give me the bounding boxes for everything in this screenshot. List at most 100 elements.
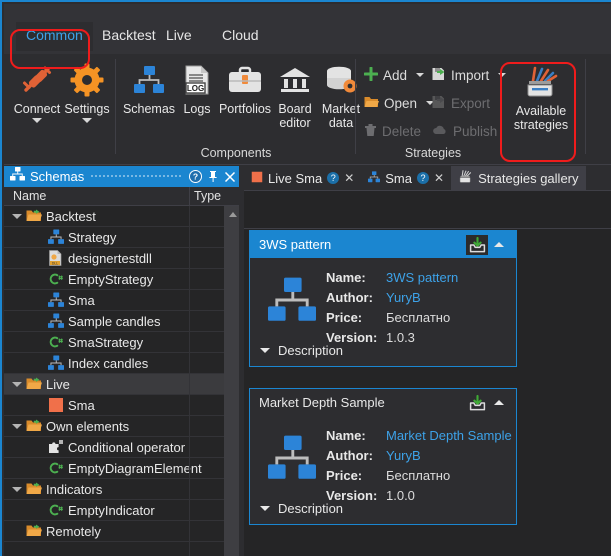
schemas-panel-title: Schemas <box>30 169 85 184</box>
column-divider[interactable] <box>189 187 190 206</box>
tree-item-live[interactable]: Live <box>4 374 224 395</box>
detail-author: Author: YuryB <box>326 290 458 310</box>
strategy-card[interactable]: Market Depth Sample Name: Market Depth S… <box>249 388 517 525</box>
strategy-card-header[interactable]: 3WS pattern <box>250 231 516 258</box>
drag-handle[interactable] <box>90 166 181 187</box>
help-icon[interactable]: ? <box>417 172 429 184</box>
description-toggle[interactable]: Description <box>260 343 343 358</box>
tree-cell-divider <box>189 374 190 395</box>
diagram-icon <box>48 355 64 371</box>
ribbon-tab-backtest[interactable]: Backtest <box>92 22 166 51</box>
tree-item-emptydiagramelement[interactable]: EmptyDiagramElement <box>4 458 224 479</box>
close-icon[interactable] <box>221 168 238 185</box>
delete-button: Delete <box>364 120 421 142</box>
tree-item-sma[interactable]: Sma <box>4 395 224 416</box>
strategies-gallery-icon <box>458 169 473 187</box>
tree-expander[interactable] <box>10 416 24 437</box>
ribbon-group-components: Schemas LOG Logs Portfolios Board editor… <box>116 54 360 164</box>
tree-item-label: EmptyDiagramElement <box>68 460 202 476</box>
column-header-type[interactable]: Type <box>194 189 221 203</box>
tree-item-sma[interactable]: Sma <box>4 290 224 311</box>
document-tab-live-sma[interactable]: Live Sma? ✕ <box>244 166 361 190</box>
ribbon-tab-bar: Common Backtest Live Cloud <box>4 4 611 54</box>
tree-item-label: Sma <box>68 397 95 413</box>
document-tab-label: Live Sma <box>268 170 323 186</box>
pin-icon[interactable] <box>204 168 221 185</box>
schemas-tree[interactable]: Backtest Strategy DLL designertestdll Em… <box>4 206 224 556</box>
tree-item-sample-candles[interactable]: Sample candles <box>4 311 224 332</box>
tree-cell-divider <box>189 479 190 500</box>
csharp-icon <box>48 460 64 476</box>
publish-button: Publish <box>432 120 497 142</box>
description-toggle[interactable]: Description <box>260 501 343 516</box>
scrollbar-thumb[interactable] <box>225 224 238 556</box>
tree-item-remotely[interactable]: Remotely <box>4 521 224 542</box>
document-tab-sma[interactable]: Sma? ✕ <box>361 166 451 190</box>
tree-cell-divider <box>189 248 190 269</box>
tree-expander[interactable] <box>10 479 24 500</box>
chevron-down-icon[interactable] <box>32 118 42 123</box>
import-label: Import <box>451 67 490 83</box>
column-header-name[interactable]: Name <box>13 189 46 203</box>
document-tab-bar: Live Sma? ✕ Sma? ✕ Strategies gallery <box>244 166 611 191</box>
add-button[interactable]: Add <box>363 64 425 86</box>
tree-item-emptyindicator[interactable]: EmptyIndicator <box>4 500 224 521</box>
chevron-down-icon[interactable] <box>416 73 425 77</box>
orange-square-icon <box>251 171 263 186</box>
export-label: Export <box>451 95 491 111</box>
detail-value-author[interactable]: YuryB <box>386 448 421 463</box>
tree-item-own-elements[interactable]: Own elements <box>4 416 224 437</box>
tree-expander[interactable] <box>10 374 24 395</box>
ribbon-tab-cloud[interactable]: Cloud <box>212 22 269 51</box>
detail-value-name[interactable]: 3WS pattern <box>386 270 458 285</box>
chevron-down-icon[interactable] <box>82 118 92 123</box>
help-icon[interactable]: ? <box>187 168 204 185</box>
help-icon[interactable]: ? <box>327 172 340 184</box>
gallery-toolbar[interactable] <box>244 191 611 229</box>
strategy-card-title: 3WS pattern <box>259 237 332 252</box>
tree-expander[interactable] <box>10 206 24 227</box>
document-tab-strategies-gallery[interactable]: Strategies gallery <box>451 166 586 190</box>
strategy-card-title: Market Depth Sample <box>259 395 385 410</box>
detail-value-author[interactable]: YuryB <box>386 290 421 305</box>
tree-item-backtest[interactable]: Backtest <box>4 206 224 227</box>
strategy-card-body: Name: Market Depth Sample Author: YuryB … <box>250 416 516 524</box>
tree-item-strategy[interactable]: Strategy <box>4 227 224 248</box>
download-icon[interactable] <box>466 234 488 255</box>
ribbon-tab-live[interactable]: Live <box>156 22 202 51</box>
dock-splitter[interactable] <box>239 166 242 556</box>
orange-square-icon <box>48 397 64 413</box>
strategies-gallery-list[interactable]: 3WS pattern Name: 3WS pattern Author: Yu… <box>244 230 611 556</box>
tree-item-designertestdll[interactable]: DLL designertestdll <box>4 248 224 269</box>
chevron-down-icon[interactable] <box>498 73 507 77</box>
settings-button[interactable]: Settings <box>58 60 116 123</box>
tree-item-conditional-operator[interactable]: Conditional operator <box>4 437 224 458</box>
ribbon-tab-common[interactable]: Common <box>16 22 93 51</box>
download-icon[interactable] <box>466 393 488 413</box>
description-label: Description <box>278 501 344 516</box>
strategy-card-header[interactable]: Market Depth Sample <box>250 389 516 416</box>
tree-cell-divider <box>189 500 190 521</box>
tree-item-smastrategy[interactable]: SmaStrategy <box>4 332 224 353</box>
available-strategies-button[interactable]: Available strategies <box>508 62 574 132</box>
add-label: Add <box>383 67 408 83</box>
tree-item-indicators[interactable]: Indicators <box>4 479 224 500</box>
detail-value-name[interactable]: Market Depth Sample <box>386 428 512 443</box>
schemas-panel-titlebar[interactable]: Schemas ? <box>4 166 242 187</box>
cloud-icon <box>432 124 448 139</box>
close-icon[interactable]: ✕ <box>434 171 444 185</box>
tree-column-header: Name Type <box>4 187 242 206</box>
open-button[interactable]: Open <box>364 92 435 114</box>
chevron-up-icon[interactable] <box>488 235 510 255</box>
tree-item-label: Sma <box>68 292 95 308</box>
export-icon <box>432 95 446 112</box>
tree-item-index-candles[interactable]: Index candles <box>4 353 224 374</box>
tree-item-label: Index candles <box>68 355 149 371</box>
import-button[interactable]: Import <box>432 64 507 86</box>
detail-label-name: Name: <box>326 270 366 285</box>
tree-item-emptystrategy[interactable]: EmptyStrategy <box>4 269 224 290</box>
tree-row-empty[interactable] <box>4 542 224 556</box>
close-icon[interactable]: ✕ <box>344 171 354 185</box>
chevron-up-icon[interactable] <box>488 393 510 413</box>
strategy-card[interactable]: 3WS pattern Name: 3WS pattern Author: Yu… <box>249 230 517 367</box>
